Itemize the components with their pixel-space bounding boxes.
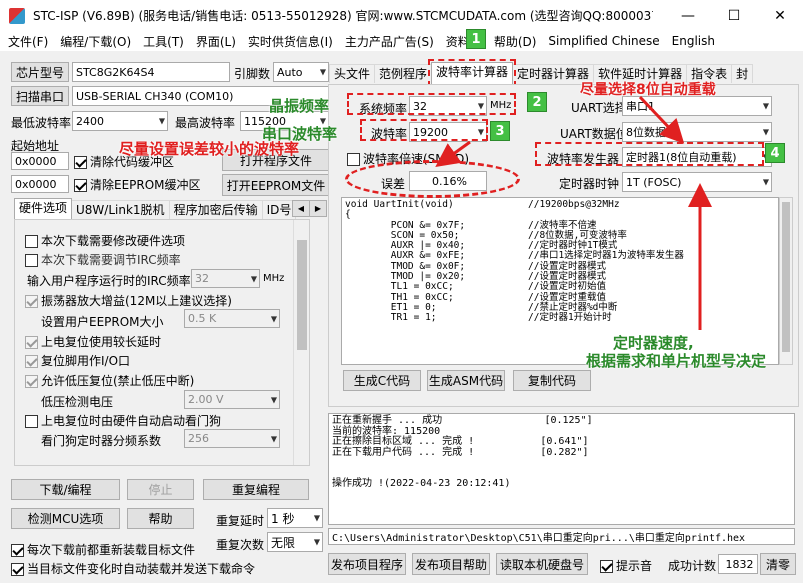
annotation-arrows [435,95,712,330]
error-arrow [435,140,471,168]
reload-arrow [638,95,685,144]
